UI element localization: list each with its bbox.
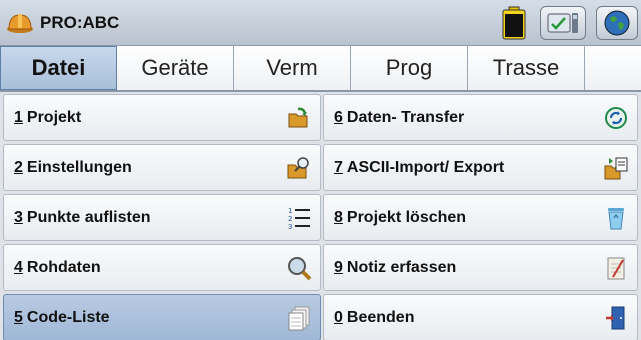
menu-item-projekt[interactable]: 1 Projekt	[3, 94, 321, 141]
menu-item-number: 2	[14, 158, 23, 176]
folder-open-icon	[286, 104, 312, 132]
tab-trasse[interactable]: Trasse	[468, 46, 585, 90]
tab-prog[interactable]: Prog	[351, 46, 468, 90]
menu-item-projekt-loeschen[interactable]: 8 Projekt löschen	[323, 194, 638, 241]
menu-item-number: 3	[14, 208, 23, 226]
svg-text:2: 2	[288, 215, 292, 223]
globe-icon	[604, 10, 630, 36]
menu-item-label: Projekt	[26, 108, 82, 126]
menu-item-number: 8	[334, 208, 343, 226]
menu-item-daten-transfer[interactable]: 6 Daten- Transfer	[323, 94, 638, 141]
menu-item-label: ASCII-Import/ Export	[346, 158, 505, 176]
tools-icon	[547, 13, 578, 33]
menu-item-number: 1	[14, 108, 23, 126]
menu-item-label: Einstellungen	[26, 158, 132, 176]
numbered-list-icon: 123	[286, 204, 312, 232]
tab-verm[interactable]: Verm	[234, 46, 351, 90]
title-bar: PRO:ABC	[0, 0, 641, 46]
tab-bar: Datei Geräte Verm Prog Trasse	[0, 46, 641, 92]
menu-item-code-liste[interactable]: 5 Code-Liste	[3, 294, 321, 340]
hardhat-logo-icon	[7, 14, 33, 33]
app-title: PRO:ABC	[40, 13, 120, 32]
menu-item-label: Code-Liste	[26, 308, 110, 326]
notepad-icon	[603, 254, 629, 282]
sync-icon	[603, 104, 629, 132]
tab-bar-filler	[585, 46, 641, 90]
menu-item-label: Rohdaten	[26, 258, 101, 276]
tab-geraete[interactable]: Geräte	[117, 46, 234, 90]
menu-item-notiz-erfassen[interactable]: 9 Notiz erfassen	[323, 244, 638, 291]
menu-item-label: Punkte auflisten	[26, 208, 151, 226]
menu-item-number: 0	[334, 308, 343, 326]
globe-button[interactable]	[596, 6, 638, 40]
menu-item-punkte-auflisten[interactable]: 3 Punkte auflisten 123	[3, 194, 321, 241]
menu-item-ascii-import-export[interactable]: 7 ASCII-Import/ Export	[323, 144, 638, 191]
magnifier-icon	[286, 254, 312, 282]
menu-item-number: 7	[334, 158, 343, 176]
menu-item-number: 9	[334, 258, 343, 276]
menu-item-label: Beenden	[346, 308, 415, 326]
menu-item-label: Daten- Transfer	[346, 108, 465, 126]
menu-item-einstellungen[interactable]: 2 Einstellungen	[3, 144, 321, 191]
exit-door-icon	[603, 304, 629, 332]
pages-icon	[286, 304, 312, 332]
tab-datei[interactable]: Datei	[0, 46, 117, 90]
svg-text:3: 3	[288, 223, 292, 231]
svg-text:1: 1	[288, 207, 292, 215]
menu-item-number: 6	[334, 108, 343, 126]
menu-item-number: 5	[14, 308, 23, 326]
menu-item-label: Projekt löschen	[346, 208, 467, 226]
import-export-icon	[603, 154, 629, 182]
main-menu: 1 Projekt 2 Einstellungen 3 Punkte aufliste…	[0, 92, 641, 340]
battery-icon	[501, 6, 527, 40]
menu-item-beenden[interactable]: 0 Beenden	[323, 294, 638, 340]
folder-search-icon	[286, 154, 312, 182]
tools-button[interactable]	[540, 6, 586, 40]
menu-item-label: Notiz erfassen	[346, 258, 457, 276]
recycle-bin-icon	[603, 204, 629, 232]
menu-item-rohdaten[interactable]: 4 Rohdaten	[3, 244, 321, 291]
menu-item-number: 4	[14, 258, 23, 276]
